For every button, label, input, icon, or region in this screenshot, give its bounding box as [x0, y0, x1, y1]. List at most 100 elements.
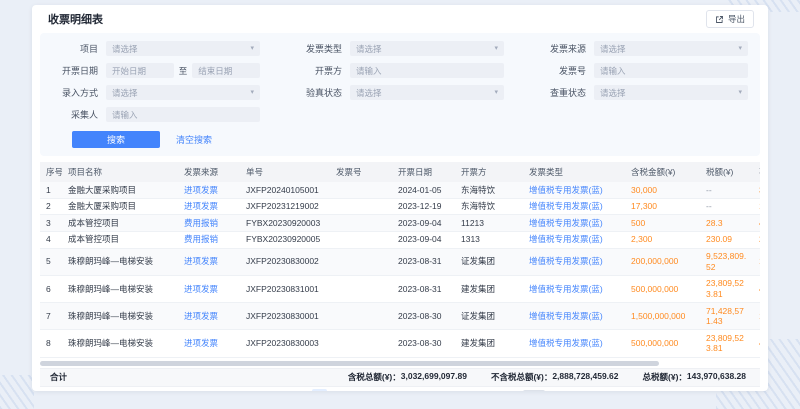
clear-search-button[interactable]: 清空搜索	[176, 133, 212, 146]
cell-issuer: 1313	[455, 231, 523, 248]
invoice-no-input[interactable]	[594, 63, 748, 78]
col-header-date: 开票日期	[392, 162, 455, 182]
cell-date: 2023-12-19	[392, 198, 455, 215]
cell-amount: 30,000	[625, 182, 700, 198]
page-button-1[interactable]: 1	[312, 389, 327, 391]
invoice-source-label: 发票来源	[534, 42, 586, 55]
cell-tax: 23,809,523.81	[700, 275, 753, 302]
background-stripes-bottom-left	[0, 375, 34, 409]
table-row: 3 成本管控项目 费用报销 FYBX20230920003 2023-09-04…	[40, 215, 760, 232]
cell-issuer: 证发集团	[455, 248, 523, 275]
col-header-project: 项目名称	[62, 162, 178, 182]
page-button-3[interactable]: 3	[352, 389, 367, 391]
cell-issuer: 东海特饮	[455, 198, 523, 215]
cell-source-link[interactable]: 进项发票	[178, 275, 240, 302]
summary-tax-label: 总税额(¥)：	[643, 371, 687, 383]
cell-date: 2023-08-30	[392, 330, 455, 357]
cell-type: 增值税专用发票(蓝)	[523, 330, 625, 357]
invoice-table-zone: 序号 项目名称 发票来源 单号 发票号 开票日期 开票方 发票类型 含税金额(¥…	[40, 162, 760, 358]
invoice-date-label: 开票日期	[46, 64, 98, 77]
cell-no: 1	[40, 182, 62, 198]
summary-net-value: 2,888,728,459.62	[552, 371, 618, 383]
cell-project: 成本管控项目	[62, 231, 178, 248]
page-header: 收票明细表 导出	[32, 5, 768, 33]
cell-project: 成本管控项目	[62, 215, 178, 232]
cell-date: 2023-08-31	[392, 248, 455, 275]
cell-source-link[interactable]: 进项发票	[178, 248, 240, 275]
invoice-source-select[interactable]: 请选择 ▾	[594, 41, 748, 56]
summary-gross-label: 含税总额(¥)：	[348, 371, 401, 383]
invoice-no-label: 发票号	[534, 64, 586, 77]
cell-net: 190,476,190.48	[753, 248, 760, 275]
cell-type: 增值税专用发票(蓝)	[523, 231, 625, 248]
table-row: 1 金融大厦采购项目 进项发票 JXFP20240105001 2024-01-…	[40, 182, 760, 198]
verify-status-select[interactable]: 请选择 ▾	[350, 85, 504, 100]
summary-tax-value: 143,970,638.28	[687, 371, 746, 383]
cell-no: 7	[40, 303, 62, 330]
page-button-4[interactable]: 4	[372, 389, 387, 391]
col-header-invoice-no: 发票号	[330, 162, 392, 182]
invoice-source-field: 发票来源 请选择 ▾	[534, 41, 748, 56]
issuer-input[interactable]	[350, 63, 504, 78]
cell-tax: 28.3	[700, 215, 753, 232]
page-jump-input[interactable]	[523, 390, 545, 392]
filter-panel: 项目 请选择 ▾ 发票类型 请选择 ▾ 发票来源 请选择 ▾	[40, 33, 760, 156]
verify-status-select-placeholder: 请选择	[356, 87, 494, 99]
cell-issuer: 11213	[455, 215, 523, 232]
page-button-last[interactable]: 8	[452, 389, 467, 391]
page-button-6[interactable]: 6	[412, 389, 427, 391]
issuer-field: 开票方	[290, 63, 504, 78]
page-button-2[interactable]: 2	[332, 389, 347, 391]
cell-invoice-no	[330, 275, 392, 302]
cell-project: 珠穆朗玛峰—电梯安装	[62, 275, 178, 302]
cell-order-no: JXFP20230831001	[240, 275, 330, 302]
chevron-down-icon: ▾	[494, 89, 498, 96]
next-page-button[interactable]: ›	[472, 389, 487, 391]
date-start-input[interactable]	[106, 63, 174, 78]
col-header-order-no: 单号	[240, 162, 330, 182]
content-card: 收票明细表 导出 项目 请选择 ▾ 发票类型 请选择	[32, 5, 768, 391]
prev-page-button[interactable]: ‹	[292, 389, 307, 391]
pagination-total: 共 142 条	[243, 391, 279, 392]
cell-source-link[interactable]: 费用报销	[178, 215, 240, 232]
cell-date: 2024-01-05	[392, 182, 455, 198]
invoice-type-label: 发票类型	[290, 42, 342, 55]
jumper-prefix: 前往	[502, 391, 519, 392]
verify-status-field: 验真状态 请选择 ▾	[290, 85, 504, 100]
recheck-status-select[interactable]: 请选择 ▾	[594, 85, 748, 100]
collector-input[interactable]	[106, 107, 260, 122]
cell-source-link[interactable]: 进项发票	[178, 303, 240, 330]
date-range-separator: 至	[179, 65, 188, 77]
cell-invoice-no	[330, 198, 392, 215]
cell-date: 2023-09-04	[392, 231, 455, 248]
issuer-label: 开票方	[290, 64, 342, 77]
cell-amount: 500,000,000	[625, 275, 700, 302]
date-end-input[interactable]	[192, 63, 260, 78]
page-button-5[interactable]: 5	[392, 389, 407, 391]
summary-tax: 总税额(¥)： 143,970,638.28	[643, 371, 746, 383]
cell-issuer: 建发集团	[455, 275, 523, 302]
cell-source-link[interactable]: 进项发票	[178, 330, 240, 357]
cell-source-link[interactable]: 费用报销	[178, 231, 240, 248]
entry-method-label: 录入方式	[46, 86, 98, 99]
cell-order-no: JXFP20231219002	[240, 198, 330, 215]
cell-invoice-no	[330, 330, 392, 357]
export-button[interactable]: 导出	[706, 10, 754, 28]
cell-net: 30,000	[753, 182, 760, 198]
cell-no: 2	[40, 198, 62, 215]
cell-amount: 500,000,000	[625, 330, 700, 357]
recheck-status-label: 查重状态	[534, 86, 586, 99]
invoice-type-select[interactable]: 请选择 ▾	[350, 41, 504, 56]
cell-order-no: JXFP20230830003	[240, 330, 330, 357]
col-header-issuer: 开票方	[455, 162, 523, 182]
horizontal-scrollbar-thumb[interactable]	[40, 361, 659, 366]
cell-no: 6	[40, 275, 62, 302]
table-row: 4 成本管控项目 费用报销 FYBX20230920005 2023-09-04…	[40, 231, 760, 248]
col-header-net: 不含税金额(¥)	[753, 162, 760, 182]
entry-method-select[interactable]: 请选择 ▾	[106, 85, 260, 100]
project-select[interactable]: 请选择 ▾	[106, 41, 260, 56]
search-button[interactable]: 搜索	[72, 131, 160, 148]
table-row: 8 珠穆朗玛峰—电梯安装 进项发票 JXFP20230830003 2023-0…	[40, 330, 760, 357]
cell-source-link[interactable]: 进项发票	[178, 182, 240, 198]
cell-source-link[interactable]: 进项发票	[178, 198, 240, 215]
